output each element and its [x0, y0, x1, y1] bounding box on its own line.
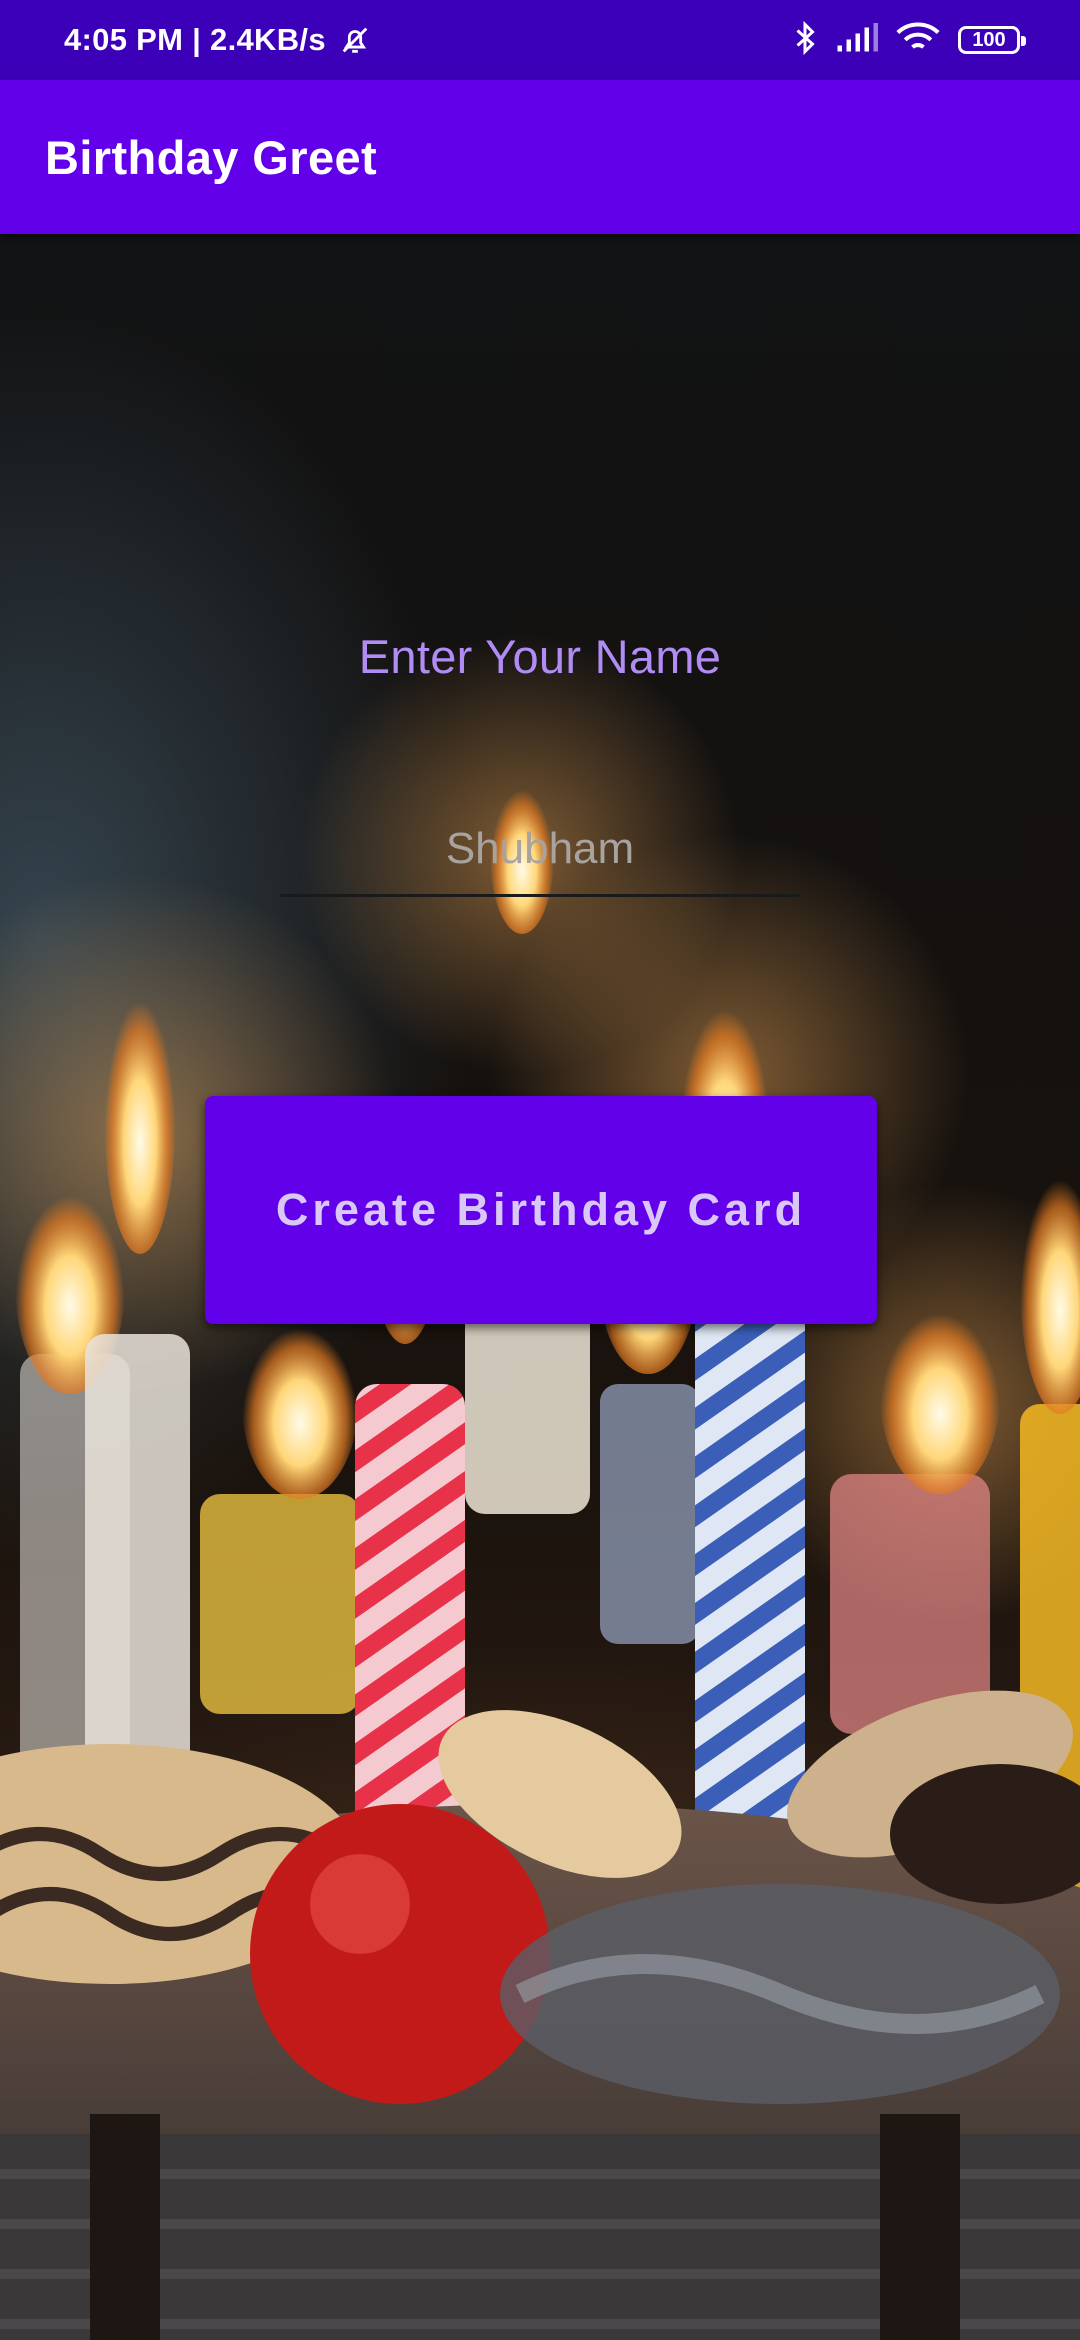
name-input-value: Shubham — [445, 824, 635, 873]
status-left: 4:05 PM | 2.4KB/s — [64, 0, 372, 80]
app-title: Birthday Greet — [45, 130, 378, 184]
bell-off-icon — [338, 23, 372, 57]
battery-level: 100 — [972, 28, 1006, 51]
bluetooth-icon — [792, 20, 818, 61]
status-time-speed: 4:05 PM | 2.4KB/s — [64, 22, 326, 57]
app-bar: Birthday Greet — [0, 80, 1080, 234]
signal-icon — [836, 22, 878, 58]
enter-name-prompt: Enter Your Name — [358, 630, 722, 683]
battery-icon: 100 — [958, 26, 1026, 54]
create-button-label: Create Birthday Card — [275, 1184, 807, 1235]
create-birthday-card-button[interactable]: Create Birthday Card — [205, 1096, 877, 1324]
status-right: 100 — [792, 0, 1026, 80]
background-image: Enter Your Name Shubham Create Birthday … — [0, 234, 1080, 2340]
wifi-icon — [896, 21, 940, 60]
name-input[interactable]: Shubham — [280, 804, 800, 897]
status-bar: 4:05 PM | 2.4KB/s 100 — [0, 0, 1080, 80]
